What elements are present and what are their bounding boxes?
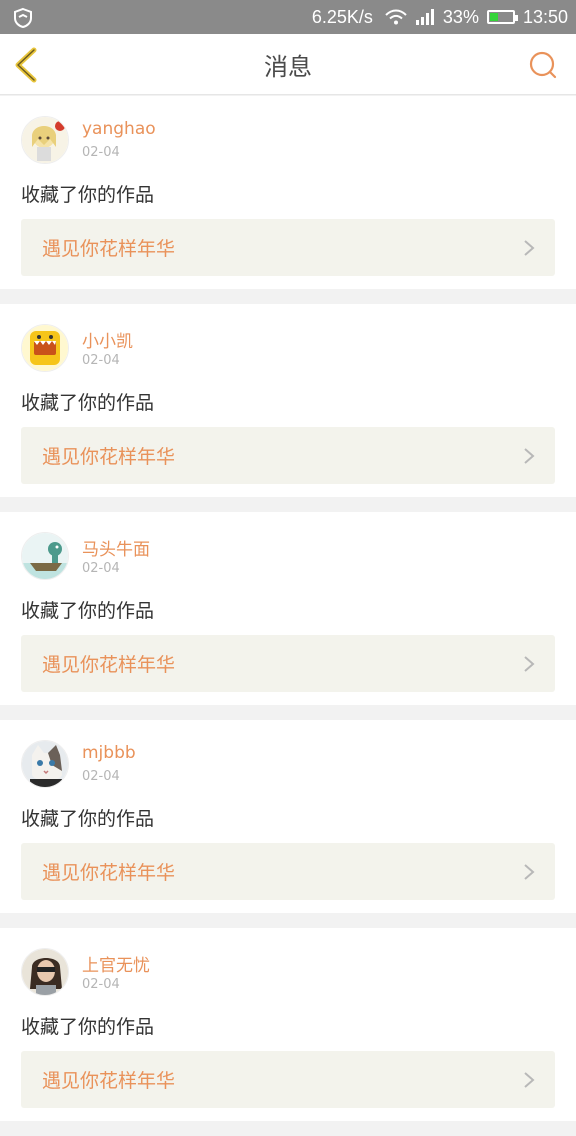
- work-title: 遇见你花样年华: [42, 654, 176, 676]
- chevron-right-icon: [524, 656, 535, 672]
- work-link[interactable]: 遇见你花样年华: [21, 1051, 555, 1108]
- username[interactable]: 马头牛面: [82, 535, 150, 560]
- message-card: yanghao 02-04 收藏了你的作品 遇见你花样年华: [0, 96, 576, 289]
- avatar[interactable]: [21, 116, 69, 164]
- message-card: mjbbb 02-04 收藏了你的作品 遇见你花样年华: [0, 720, 576, 913]
- battery-percent: 33%: [442, 6, 479, 27]
- work-title: 遇见你花样年华: [42, 862, 176, 884]
- message-date: 02-04: [82, 353, 120, 368]
- username[interactable]: 上官无忧: [82, 951, 150, 976]
- search-icon[interactable]: [528, 50, 558, 80]
- message-action: 收藏了你的作品: [21, 392, 155, 414]
- status-time: 13:50: [522, 6, 568, 27]
- message-date: 02-04: [82, 769, 120, 784]
- yellow-monster-avatar-icon: [22, 325, 68, 371]
- message-card: 上官无忧 02-04 收藏了你的作品 遇见你花样年华: [0, 928, 576, 1121]
- cat-avatar-icon: [22, 741, 68, 787]
- person-avatar-icon: [22, 949, 68, 995]
- message-card: 马头牛面 02-04 收藏了你的作品 遇见你花样年华: [0, 512, 576, 705]
- message-date: 02-04: [82, 977, 120, 992]
- battery-level: [489, 13, 498, 21]
- message-card: 小小凯 02-04 收藏了你的作品 遇见你花样年华: [0, 304, 576, 497]
- work-link[interactable]: 遇见你花样年华: [21, 427, 555, 484]
- wifi-icon: [385, 9, 407, 25]
- username[interactable]: yanghao: [82, 119, 156, 139]
- avatar[interactable]: [21, 324, 69, 372]
- status-bar: 6.25K/s 33% 13:50: [0, 0, 576, 34]
- message-date: 02-04: [82, 145, 120, 160]
- work-link[interactable]: 遇见你花样年华: [21, 843, 555, 900]
- boat-scene-avatar-icon: [22, 533, 68, 579]
- page-title: 消息: [264, 53, 312, 81]
- work-title: 遇见你花样年华: [42, 1070, 176, 1092]
- message-action: 收藏了你的作品: [21, 184, 155, 206]
- message-action: 收藏了你的作品: [21, 600, 155, 622]
- status-right: 6.25K/s 33% 13:50: [312, 0, 568, 34]
- chevron-right-icon: [524, 448, 535, 464]
- net-speed: 6.25K/s: [311, 6, 373, 27]
- work-title: 遇见你花样年华: [42, 238, 176, 260]
- work-title: 遇见你花样年华: [42, 446, 176, 468]
- username[interactable]: 小小凯: [82, 327, 133, 352]
- battery-icon: [486, 10, 518, 24]
- chevron-right-icon: [524, 864, 535, 880]
- work-link[interactable]: 遇见你花样年华: [21, 219, 555, 276]
- anime-girl-avatar-icon: [22, 117, 68, 163]
- signal-icon: [415, 9, 434, 25]
- message-date: 02-04: [82, 561, 120, 576]
- avatar[interactable]: [21, 532, 69, 580]
- message-list: yanghao 02-04 收藏了你的作品 遇见你花样年华 小小凯 02-04 …: [0, 96, 576, 1136]
- username[interactable]: mjbbb: [82, 743, 136, 763]
- chevron-right-icon: [524, 1072, 535, 1088]
- work-link[interactable]: 遇见你花样年华: [21, 635, 555, 692]
- avatar[interactable]: [21, 948, 69, 996]
- avatar[interactable]: [21, 740, 69, 788]
- message-action: 收藏了你的作品: [21, 808, 155, 830]
- app-header: 消息: [0, 34, 576, 95]
- message-action: 收藏了你的作品: [21, 1016, 155, 1038]
- shield-icon: [14, 7, 32, 29]
- chevron-right-icon: [524, 240, 535, 256]
